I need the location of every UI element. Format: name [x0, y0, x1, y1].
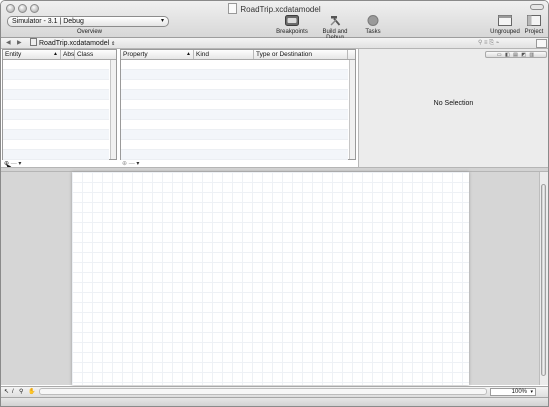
- inspector-panel: ▭ ◧ ▤ ◩ ▥ No Selection: [359, 49, 548, 167]
- entity-scrollbar[interactable]: [110, 60, 116, 159]
- arrow-tool-icon[interactable]: ↖: [4, 387, 9, 397]
- breakpoints-icon: [272, 15, 312, 28]
- table-row[interactable]: [121, 90, 348, 100]
- entity-table: Entity ▲ Abs Class: [2, 49, 117, 170]
- ungrouped-label: Ungrouped: [490, 29, 520, 35]
- window-title: RoadTrip.xcdatamodel: [240, 5, 321, 14]
- project-button[interactable]: Project: [523, 15, 545, 35]
- diagram-bottom-bar: ↖ / ⚲ ✋ 100% ▾: [1, 386, 548, 397]
- property-table-header: Property ▲ Kind Type or Destination: [121, 50, 355, 60]
- property-scrollbar[interactable]: [349, 60, 355, 159]
- property-table: Property ▲ Kind Type or Destination: [120, 49, 356, 170]
- table-row[interactable]: [3, 80, 109, 90]
- table-row[interactable]: [121, 100, 348, 110]
- xcode-window: RoadTrip.xcdatamodel Simulator - 3.1 | D…: [0, 0, 549, 407]
- tasks-label: Tasks: [365, 29, 381, 35]
- class-column-header[interactable]: Class: [75, 50, 111, 59]
- updown-arrows-icon: ⇕: [111, 41, 116, 47]
- entity-rows: [3, 60, 109, 170]
- popup-arrow-icon: ▾: [530, 389, 533, 395]
- diagram-vertical-scrollbar[interactable]: [539, 172, 548, 385]
- kind-column-header[interactable]: Kind: [194, 50, 254, 59]
- entity-table-header: Entity ▲ Abs Class: [3, 50, 116, 60]
- nav-tools-icons[interactable]: ⚲ ≡ ⎘ ⌁: [478, 38, 499, 48]
- breakpoints-label: Breakpoints: [276, 29, 308, 35]
- vertical-splitter[interactable]: [358, 49, 359, 167]
- type-or-destination-column-header[interactable]: Type or Destination: [254, 50, 348, 59]
- diagram-view: [1, 172, 548, 385]
- popup-arrow-icon: ▾: [160, 18, 164, 24]
- xcdatamodel-file-icon: [30, 38, 37, 46]
- table-row[interactable]: [3, 120, 109, 130]
- table-row[interactable]: [3, 140, 109, 150]
- hand-tool-icon[interactable]: ✋: [28, 387, 35, 397]
- abs-column-header[interactable]: Abs: [61, 50, 75, 59]
- project-window-icon: [523, 15, 545, 28]
- window-title-container: RoadTrip.xcdatamodel: [1, 3, 548, 14]
- scrollbar-thumb[interactable]: [541, 184, 546, 376]
- no-selection-message: No Selection: [433, 100, 474, 107]
- zoom-value: 100%: [511, 389, 527, 395]
- sort-ascending-icon: ▲: [53, 51, 58, 57]
- tasks-button[interactable]: Tasks: [362, 15, 384, 35]
- breakpoints-button[interactable]: Breakpoints: [272, 15, 312, 35]
- table-row[interactable]: [121, 80, 348, 90]
- table-row[interactable]: [3, 150, 109, 160]
- pencil-tool-icon[interactable]: /: [12, 387, 14, 397]
- overview-popup-value: Simulator - 3.1 | Debug: [12, 18, 84, 25]
- table-row[interactable]: [121, 140, 348, 150]
- sort-ascending-icon: ▲: [186, 51, 191, 57]
- navigation-bar: ◀ ▶ RoadTrip.xcdatamodel ⇕ ⚲ ≡ ⎘ ⌁: [1, 38, 548, 49]
- overview-popup[interactable]: Simulator - 3.1 | Debug ▾: [7, 16, 169, 27]
- table-row[interactable]: [3, 70, 109, 80]
- table-row[interactable]: [3, 60, 109, 70]
- diagram-canvas[interactable]: [72, 172, 469, 385]
- property-column-header[interactable]: Property ▲: [121, 50, 194, 59]
- property-rows: [121, 60, 348, 170]
- status-bar: [1, 397, 548, 406]
- ungrouped-button[interactable]: Ungrouped: [488, 15, 522, 35]
- magnify-tool-icon[interactable]: ⚲: [19, 387, 23, 397]
- document-icon: [228, 3, 238, 14]
- table-row[interactable]: [3, 110, 109, 120]
- table-row[interactable]: [3, 90, 109, 100]
- diagram-horizontal-scrollbar[interactable]: [39, 388, 487, 395]
- ungrouped-window-icon: [488, 15, 522, 28]
- table-row[interactable]: [121, 70, 348, 80]
- zoom-popup[interactable]: 100% ▾: [490, 388, 536, 396]
- forward-arrow-icon[interactable]: ▶: [17, 38, 22, 48]
- table-row[interactable]: [121, 60, 348, 70]
- hammer-icon: [313, 15, 357, 28]
- table-row[interactable]: [3, 130, 109, 140]
- entity-column-header[interactable]: Entity ▲: [3, 50, 61, 59]
- inspector-tab-buttons[interactable]: ▭ ◧ ▤ ◩ ▥: [485, 51, 547, 58]
- overview-label: Overview: [77, 29, 103, 35]
- project-label: Project: [524, 29, 544, 35]
- table-row[interactable]: [121, 150, 348, 160]
- split-editor-icon[interactable]: [536, 39, 547, 48]
- table-row[interactable]: [3, 100, 109, 110]
- file-popup[interactable]: RoadTrip.xcdatamodel ⇕: [30, 38, 115, 49]
- toolbar-toggle-button[interactable]: [530, 4, 544, 10]
- table-row[interactable]: [121, 110, 348, 120]
- file-popup-label: RoadTrip.xcdatamodel: [39, 40, 110, 47]
- back-arrow-icon[interactable]: ◀: [6, 38, 11, 48]
- table-row[interactable]: [121, 130, 348, 140]
- tasks-stop-icon: [362, 15, 384, 28]
- window-toolbar: RoadTrip.xcdatamodel Simulator - 3.1 | D…: [1, 1, 548, 41]
- table-row[interactable]: [121, 120, 348, 130]
